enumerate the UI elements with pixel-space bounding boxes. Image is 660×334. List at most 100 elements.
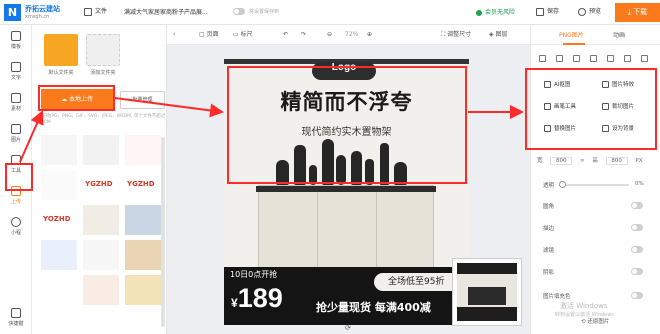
file-menu[interactable]: 文件: [84, 4, 107, 20]
height-input[interactable]: 800: [605, 157, 628, 165]
rail-item-text[interactable]: 文字: [0, 58, 32, 88]
canvas-navigator-preview[interactable]: [452, 258, 522, 326]
collapse-panel-button[interactable]: ‹: [173, 29, 175, 41]
uploaded-image-thumb[interactable]: [83, 275, 119, 305]
text-icon: [11, 62, 21, 72]
fill-color-toggle[interactable]: [631, 292, 643, 299]
uploaded-image-thumb[interactable]: [83, 240, 119, 270]
property-tabs: PNG图片 动画: [531, 25, 660, 45]
uploaded-image-thumb[interactable]: [41, 135, 77, 165]
opacity-slider-track[interactable]: [559, 184, 629, 186]
local-upload-button[interactable]: ☁ 本地上传: [41, 89, 113, 111]
tab-animation[interactable]: 动画: [613, 30, 625, 39]
image-icon: [11, 124, 21, 134]
thumb-text: YGZHD: [85, 180, 113, 188]
panel-scrollbar[interactable]: [161, 137, 165, 327]
vase-shape: [322, 139, 334, 185]
filter-toggle[interactable]: [631, 246, 643, 253]
zoom-level[interactable]: 72%: [345, 29, 358, 41]
folder-label: 默认文件夹: [48, 70, 74, 76]
poster-slogan[interactable]: 抢少量现货 每满400减: [316, 299, 431, 315]
corner-radius-toggle[interactable]: [631, 202, 643, 209]
width-input[interactable]: 800: [550, 157, 573, 165]
align-icon[interactable]: [539, 55, 546, 62]
uploaded-image-thumb[interactable]: [125, 135, 161, 165]
preview-button[interactable]: 预览: [578, 4, 601, 20]
uploaded-image-thumb[interactable]: [41, 170, 77, 200]
folder-label: 添加文件夹: [90, 70, 116, 76]
replace-image-button[interactable]: 替换图片: [536, 122, 590, 136]
restore-image-button[interactable]: ⟲ 还原图片: [581, 317, 609, 325]
vase-shape: [351, 151, 362, 185]
rail-item-shortcut[interactable]: 快捷键: [0, 304, 32, 334]
layer-button[interactable]: ◈ 图层: [489, 29, 508, 41]
ai-cutout-button[interactable]: AI抠图: [536, 78, 590, 92]
link-ratio-icon[interactable]: ∞: [580, 158, 585, 164]
opacity-slider-knob[interactable]: [559, 181, 566, 188]
uploaded-image-thumb[interactable]: [41, 240, 77, 270]
poster-canvas[interactable]: Logo 精简而不浮夸 现代简约实木置物架 10日0点开抢 ¥189 全场低至9…: [224, 59, 469, 325]
shadow-toggle[interactable]: [631, 268, 643, 275]
uploaded-image-thumb[interactable]: [125, 275, 161, 305]
ruler-button[interactable]: ▭ 标尺: [233, 29, 253, 41]
thumb-text: YOZHD: [43, 215, 71, 223]
folder-default[interactable]: 默认文件夹: [44, 34, 78, 80]
rail-item-tool[interactable]: 工具: [0, 151, 32, 181]
rail-item-miniapp[interactable]: 小程: [0, 213, 32, 243]
height-label: 高: [592, 158, 598, 164]
redo-button[interactable]: ↷: [301, 29, 306, 41]
delete-icon[interactable]: [641, 55, 648, 62]
brand-logo[interactable]: N 乔拓云建站 xmsqh.cn: [4, 3, 82, 22]
rail-item-template[interactable]: 模板: [0, 27, 32, 57]
layer-down-icon[interactable]: [624, 55, 631, 62]
layer-up-icon[interactable]: [607, 55, 614, 62]
folder-add[interactable]: 添加文件夹: [86, 34, 120, 80]
uploaded-image-thumb[interactable]: YGZHD: [83, 170, 119, 200]
undo-button[interactable]: ↶: [283, 29, 288, 41]
lock-icon[interactable]: [573, 55, 580, 62]
asset-icon: [11, 93, 21, 103]
sale-time[interactable]: 10日0点开抢: [230, 269, 277, 280]
document-name[interactable]: 满减大气家居家商粉子产品展...: [124, 7, 221, 16]
stroke-label: 描边: [543, 226, 555, 232]
flip-icon[interactable]: [556, 55, 563, 62]
resize-button[interactable]: ⛶ 调整尺寸: [441, 29, 471, 41]
rail-item-asset[interactable]: 素材: [0, 89, 32, 119]
resize-label: 调整尺寸: [447, 31, 472, 38]
save-setting-toggle[interactable]: [233, 8, 245, 15]
image-effect-button[interactable]: 图片特效: [594, 78, 648, 92]
stroke-toggle[interactable]: [631, 224, 643, 231]
download-button[interactable]: ⤓ 下载: [615, 3, 660, 22]
uploaded-image-thumb[interactable]: [83, 135, 119, 165]
vase-shape: [380, 143, 389, 185]
rail-label: 文字: [10, 75, 21, 81]
uploaded-image-thumb[interactable]: [41, 275, 77, 305]
background-icon: [602, 125, 609, 132]
rail-item-image[interactable]: 图片: [0, 120, 32, 150]
crop-image-button[interactable]: 裁切图片: [594, 100, 648, 114]
rail-item-upload[interactable]: 上传: [0, 182, 32, 212]
upload-label: 本地上传: [68, 96, 93, 103]
uploaded-image-thumb[interactable]: [125, 240, 161, 270]
batch-manage-button[interactable]: 批量管理: [120, 91, 165, 109]
zoom-out-button[interactable]: ⊖: [327, 29, 332, 41]
canvas-toolbar: ‹ ▢ 页面 ▭ 标尺 ↶ ↷ ⊖ 72% ⊕ ⛶ 调整尺寸 ◈ 图层: [167, 25, 530, 45]
rotate-handle-icon[interactable]: ⟳: [345, 322, 351, 334]
save-setting-label: 将设置保存到: [249, 9, 280, 15]
uploaded-image-thumb[interactable]: YGZHD: [125, 170, 161, 200]
copy-icon[interactable]: [590, 55, 597, 62]
uploaded-image-thumb[interactable]: [83, 205, 119, 235]
uploaded-image-thumb[interactable]: [125, 205, 161, 235]
uploaded-image-thumb[interactable]: YOZHD: [41, 205, 77, 235]
rail-label: 上传: [10, 199, 21, 205]
set-background-button[interactable]: 设为背景: [594, 122, 648, 136]
brush-tool-button[interactable]: 画笔工具: [536, 100, 590, 114]
page-button[interactable]: ▢ 页面: [199, 29, 219, 41]
poster-subtitle[interactable]: 现代简约实木置物架: [224, 123, 469, 138]
poster-title[interactable]: 精简而不浮夸: [224, 86, 469, 116]
zoom-in-button[interactable]: ⊕: [367, 29, 372, 41]
sale-price[interactable]: ¥189: [231, 283, 283, 314]
save-button[interactable]: 保存: [536, 4, 559, 20]
tab-png-image[interactable]: PNG图片: [559, 30, 584, 39]
poster-logo[interactable]: Logo: [312, 62, 376, 80]
